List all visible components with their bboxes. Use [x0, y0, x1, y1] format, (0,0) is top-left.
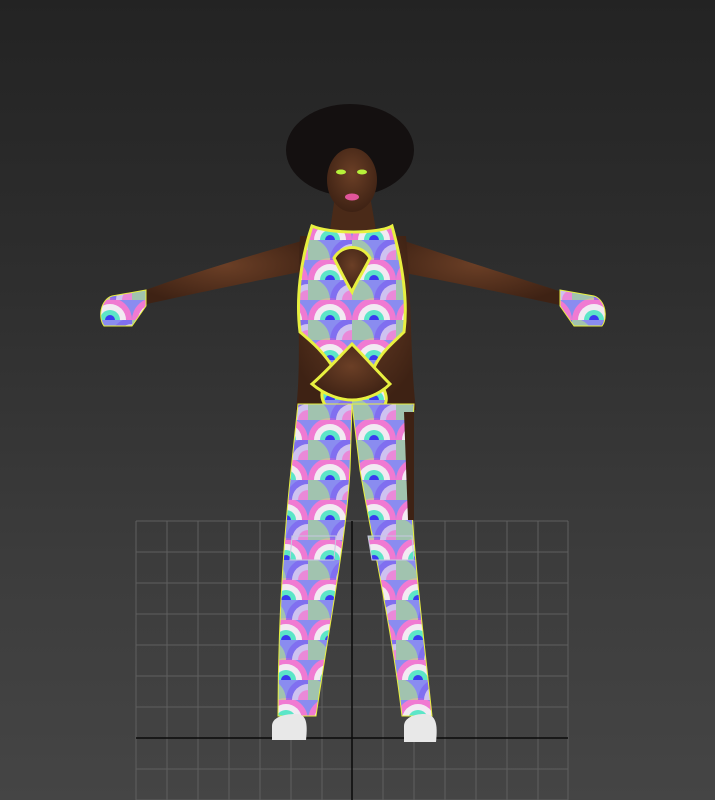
- right-boot-sole: [404, 714, 437, 742]
- world-axes: [136, 521, 568, 800]
- character-model[interactable]: [100, 104, 606, 742]
- left-boot-sole: [272, 714, 307, 740]
- right-arm: [390, 236, 564, 306]
- lips: [345, 193, 359, 201]
- right-boot-top: [367, 535, 415, 561]
- viewport-canvas: [100, 104, 606, 800]
- left-boot-top: [289, 535, 337, 561]
- eyeshadow-left: [336, 169, 346, 175]
- face: [327, 148, 377, 212]
- eyeshadow-right: [357, 169, 367, 175]
- left-glove: [100, 289, 147, 327]
- 3d-viewport[interactable]: [0, 0, 715, 800]
- left-arm: [138, 238, 312, 306]
- right-glove: [559, 289, 606, 327]
